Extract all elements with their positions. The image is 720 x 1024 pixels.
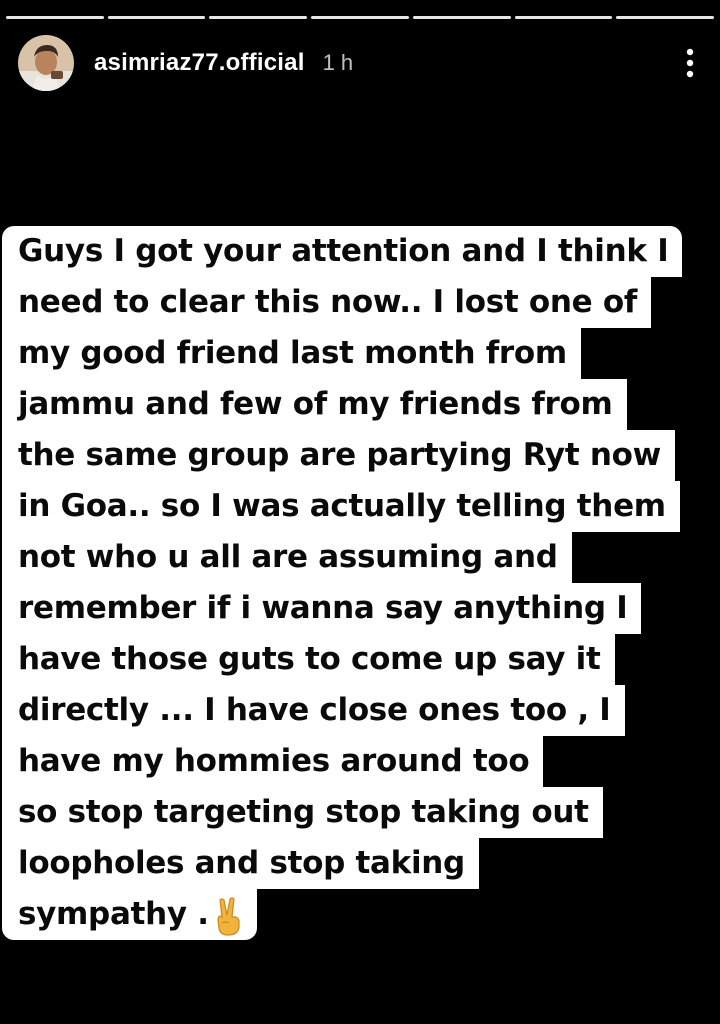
- caption-line: need to clear this now.. I lost one of: [2, 277, 718, 328]
- story-progress-bar: [6, 16, 715, 19]
- caption-line: the same group are partying Ryt now: [2, 430, 718, 481]
- caption-line: my good friend last month from: [2, 328, 718, 379]
- caption-line: in Goa.. so I was actually telling them: [2, 481, 718, 532]
- username[interactable]: asimriaz77.official: [94, 49, 305, 77]
- post-time: 1 h: [322, 50, 354, 75]
- progress-segment: [412, 16, 511, 19]
- caption-line: loopholes and stop taking: [2, 838, 718, 889]
- caption-line: not who u all are assuming and: [2, 532, 718, 583]
- caption-line: Guys I got your attention and I think I: [2, 226, 718, 277]
- story-text-caption: Guys I got your attention and I think I …: [2, 226, 718, 940]
- caption-line: have my hommies around too: [2, 736, 718, 787]
- caption-line: have those guts to come up say it: [2, 634, 718, 685]
- caption-line: jammu and few of my friends from: [2, 379, 718, 430]
- progress-segment: [311, 16, 409, 19]
- progress-segment: [616, 16, 715, 19]
- caption-line: remember if i wanna say anything I: [2, 583, 718, 634]
- progress-segment: [6, 16, 104, 19]
- story-header: asimriaz77.official 1 h: [18, 35, 702, 91]
- victory-hand-emoji: [217, 896, 240, 936]
- caption-line: so stop targeting stop taking out: [2, 787, 718, 838]
- caption-line: sympathy .: [2, 889, 718, 940]
- progress-segment: [209, 16, 308, 19]
- more-options-button[interactable]: [678, 43, 702, 83]
- caption-last-text: sympathy .: [18, 896, 209, 932]
- progress-segment: [514, 16, 613, 19]
- avatar[interactable]: [18, 35, 74, 91]
- caption-line: directly ... I have close ones too , I: [2, 685, 718, 736]
- progress-segment: [107, 16, 206, 19]
- more-vertical-icon: [686, 48, 694, 78]
